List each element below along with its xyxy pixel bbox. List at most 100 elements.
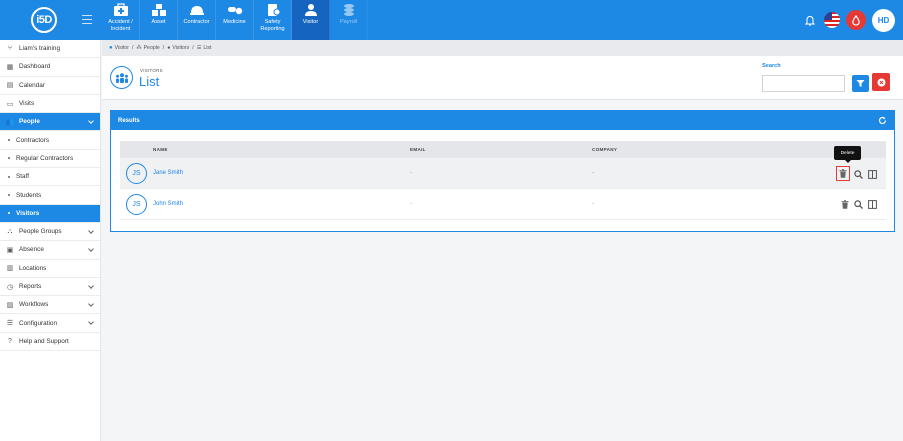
sidebar-item-label: Regular Contractors — [16, 154, 74, 162]
sidebar-item-label: People Groups — [19, 228, 62, 236]
sidebar-item-contractors[interactable]: Contractors — [0, 131, 100, 150]
language-flag-icon[interactable] — [824, 12, 840, 28]
sidebar-item-locations[interactable]: ▥ Locations — [0, 260, 100, 278]
absence-icon: ▣ — [6, 246, 14, 254]
breadcrumb-visitors[interactable]: ● Visitors — [167, 45, 189, 51]
sidebar-item-reports[interactable]: ◷ Reports — [0, 278, 100, 297]
panel-icon — [868, 199, 877, 209]
breadcrumb-separator: / — [162, 45, 165, 51]
avatar: JS — [126, 193, 147, 215]
notifications-button[interactable] — [802, 12, 818, 28]
table-row[interactable]: JS Jane Smith - - — [120, 158, 886, 189]
breadcrumb-visitor[interactable]: ● Visitor — [109, 45, 129, 51]
sidebar-item-absence[interactable]: ▣ Absence — [0, 241, 100, 260]
workflows-icon: ▨ — [6, 301, 14, 309]
clipboard-icon — [267, 4, 280, 16]
details-button[interactable] — [867, 168, 878, 180]
refresh-icon[interactable] — [878, 116, 887, 125]
people-icon: 👥 — [5, 118, 15, 126]
trash-icon — [839, 169, 847, 178]
avatar: JS — [126, 162, 147, 184]
sidebar-item-label: Liam's training — [19, 45, 61, 53]
visitors-header-icon — [110, 66, 133, 89]
module-payroll[interactable]: Payroll — [330, 0, 368, 40]
column-header-company[interactable]: COMPANY — [592, 147, 832, 152]
bullet-icon — [8, 157, 10, 160]
sidebar-item-staff[interactable]: Staff — [0, 168, 100, 187]
chevron-down-icon — [88, 118, 94, 125]
sidebar-item-label: Configuration — [19, 319, 58, 327]
search-icon — [854, 169, 863, 179]
module-label: Medicine — [223, 19, 246, 25]
visitor-name-link[interactable]: Jane Smith — [153, 170, 410, 176]
menu-icon[interactable] — [82, 15, 92, 24]
module-medicine[interactable]: Medicine — [216, 0, 254, 40]
sidebar-item-people[interactable]: 👥 People — [0, 113, 100, 132]
module-visitor[interactable]: Visitor — [292, 0, 330, 40]
module-label: Accident / Incident — [108, 19, 133, 32]
visits-icon: ▭ — [6, 100, 14, 108]
visitor-email: - — [410, 170, 412, 176]
table-row[interactable]: JS John Smith - - — [120, 189, 886, 220]
calendar-icon: ▤ — [6, 82, 14, 90]
coins-icon — [343, 4, 354, 16]
visitor-name-link[interactable]: John Smith — [153, 201, 410, 207]
app-logo[interactable]: i5D — [31, 7, 57, 33]
list-icon: ☰ — [196, 45, 202, 51]
delete-button[interactable] — [836, 166, 850, 181]
sidebar-item-regular-contractors[interactable]: Regular Contractors — [0, 150, 100, 169]
trash-icon — [841, 199, 848, 209]
panel-icon — [868, 169, 877, 179]
pills-icon — [227, 7, 242, 15]
view-button[interactable] — [853, 168, 864, 180]
chevron-down-icon — [88, 228, 94, 234]
sidebar-item-label: Workflows — [19, 301, 49, 309]
top-right-actions: HD — [802, 7, 895, 33]
module-accident-incident[interactable]: Accident / Incident — [102, 0, 140, 40]
sidebar-item-workflows[interactable]: ▨ Workflows — [0, 296, 100, 315]
user-avatar[interactable]: HD — [872, 8, 895, 32]
sidebar-item-label: People — [19, 118, 40, 126]
sidebar: ⑂ Liam's training ▦ Dashboard ▤ Calendar… — [0, 40, 101, 441]
column-header-name[interactable]: NAME — [120, 147, 410, 152]
sidebar-item-calendar[interactable]: ▤ Calendar — [0, 77, 100, 95]
module-asset[interactable]: Asset — [140, 0, 178, 40]
module-contractor[interactable]: Contractor — [178, 0, 216, 40]
sidebar-item-liams-training[interactable]: ⑂ Liam's training — [0, 40, 100, 59]
emergency-button[interactable] — [846, 10, 866, 30]
view-button[interactable] — [853, 198, 864, 210]
breadcrumb-people[interactable]: ⁂ People — [136, 45, 159, 51]
sidebar-item-people-groups[interactable]: ⛬ People Groups — [0, 223, 100, 242]
module-bar: Accident / Incident Asset Contractor Med… — [102, 0, 368, 40]
filter-button[interactable] — [852, 75, 869, 92]
search-input[interactable] — [762, 75, 845, 92]
details-button[interactable] — [867, 198, 878, 210]
sidebar-item-visitors[interactable]: Visitors — [0, 204, 100, 223]
filter-icon — [856, 80, 865, 87]
sidebar-item-label: Students — [16, 191, 42, 199]
close-circle-icon — [877, 78, 885, 86]
module-safety-reporting[interactable]: Safety Reporting — [254, 0, 292, 40]
sidebar-item-configuration[interactable]: ☰ Configuration — [0, 314, 100, 333]
chevron-down-icon — [88, 283, 94, 289]
user-icon: ● — [167, 45, 171, 51]
configuration-icon: ☰ — [6, 320, 14, 328]
row-actions — [839, 198, 878, 210]
bullet-icon — [8, 212, 10, 215]
first-aid-icon — [113, 3, 128, 16]
sidebar-item-label: Dashboard — [19, 63, 51, 71]
dashboard-icon: ▦ — [6, 63, 14, 71]
user-icon — [304, 4, 317, 16]
sidebar-item-visits[interactable]: ▭ Visits — [0, 95, 100, 114]
module-label: Asset — [151, 19, 166, 25]
sidebar-item-help-and-support[interactable]: ? Help and Support — [0, 333, 100, 352]
sidebar-item-students[interactable]: Students — [0, 186, 100, 205]
delete-button[interactable] — [839, 198, 850, 210]
hard-hat-icon — [189, 6, 204, 15]
column-header-email[interactable]: EMAIL — [410, 147, 592, 152]
sidebar-item-label: Help and Support — [19, 337, 69, 345]
clear-search-button[interactable] — [872, 73, 890, 91]
page-subtitle: VISITORS — [140, 68, 163, 73]
sidebar-item-dashboard[interactable]: ▦ Dashboard — [0, 58, 100, 77]
results-panel: Results NAME EMAIL COMPANY JS Jane Smith… — [110, 110, 895, 232]
